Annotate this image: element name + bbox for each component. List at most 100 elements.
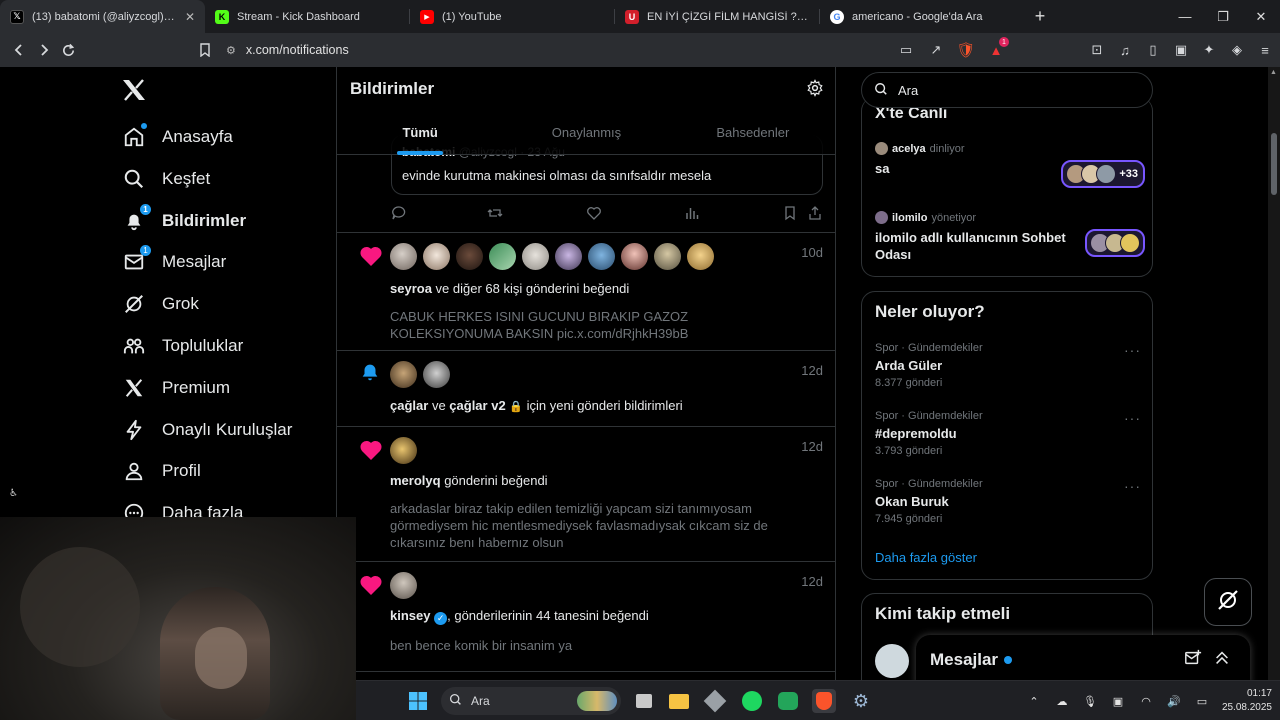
spotify-icon[interactable] bbox=[740, 689, 764, 713]
reply-icon[interactable] bbox=[391, 205, 407, 221]
avatar[interactable] bbox=[390, 437, 417, 464]
avatar[interactable] bbox=[621, 243, 648, 270]
music-icon[interactable]: ♫ bbox=[1114, 39, 1136, 61]
onedrive-icon[interactable]: ☁ bbox=[1051, 690, 1073, 712]
share-post-icon[interactable] bbox=[807, 205, 823, 221]
avatar[interactable] bbox=[423, 361, 450, 388]
wifi-icon[interactable]: ◠ bbox=[1135, 690, 1157, 712]
file-explorer-icon[interactable] bbox=[667, 689, 691, 713]
actor-name[interactable]: çağlar bbox=[390, 398, 428, 413]
like-outline-icon[interactable] bbox=[586, 205, 602, 221]
brave-shields-icon[interactable]: 🛡 bbox=[955, 39, 977, 61]
avatar[interactable] bbox=[390, 361, 417, 388]
actor-name-2[interactable]: çağlar v2 bbox=[449, 398, 505, 413]
avatar[interactable] bbox=[423, 243, 450, 270]
avatar[interactable] bbox=[522, 243, 549, 270]
chevron-up-icon[interactable]: ⌃ bbox=[1023, 690, 1045, 712]
avatar[interactable] bbox=[687, 243, 714, 270]
browser-tab[interactable]: U EN İYİ ÇİZGİ FİLM HANGİSİ ? | UwUFU bbox=[615, 0, 820, 33]
nav-item-messages[interactable]: 1 Mesajlar bbox=[122, 244, 226, 280]
avatar[interactable] bbox=[654, 243, 681, 270]
nav-item-verified-orgs[interactable]: Onaylı Kuruluşlar bbox=[122, 412, 292, 448]
more-options-icon[interactable]: ··· bbox=[1124, 342, 1141, 358]
task-view-icon[interactable] bbox=[632, 689, 656, 713]
cast-icon[interactable]: ▭ bbox=[895, 39, 917, 61]
url-field[interactable]: ⚙ x.com/notifications bbox=[226, 36, 886, 64]
expand-up-icon[interactable] bbox=[1213, 649, 1233, 669]
scrollbar-thumb[interactable] bbox=[1271, 133, 1277, 195]
close-tab-icon[interactable]: ✕ bbox=[185, 10, 195, 24]
nav-item-notifications[interactable]: 1 Bildirimler bbox=[122, 203, 246, 239]
space-item[interactable]: acelya dinliyor sa +33 bbox=[875, 142, 1145, 188]
new-message-icon[interactable] bbox=[1184, 649, 1204, 669]
menu-icon[interactable]: ≡ bbox=[1254, 39, 1276, 61]
taskbar-search[interactable]: Ara bbox=[441, 687, 621, 715]
more-options-icon[interactable]: ··· bbox=[1124, 478, 1141, 494]
volume-icon[interactable]: 🔊 bbox=[1163, 690, 1185, 712]
nav-item-explore[interactable]: Keşfet bbox=[122, 161, 210, 197]
grok-button[interactable] bbox=[1204, 578, 1252, 626]
browser-tab[interactable]: ▶ (1) YouTube bbox=[410, 0, 615, 33]
back-icon[interactable] bbox=[6, 35, 31, 65]
clock[interactable]: 01:17 25.08.2025 bbox=[1216, 687, 1280, 715]
actor-name[interactable]: merolyq bbox=[390, 473, 441, 488]
new-tab-button[interactable]: + bbox=[1025, 0, 1055, 33]
nav-item-premium[interactable]: Premium bbox=[122, 370, 230, 406]
bookmark-post-icon[interactable] bbox=[782, 205, 798, 221]
reload-icon[interactable] bbox=[56, 35, 81, 65]
vpn-icon[interactable]: ◈ bbox=[1226, 39, 1248, 61]
notification-item[interactable]: 12d kinsey ✓, gönderilerinin 44 tanesini… bbox=[337, 561, 835, 671]
maximize-icon[interactable]: ❐ bbox=[1204, 0, 1242, 33]
notification-item[interactable]: 10d seyroa ve diğer 68 kişi gönderini be… bbox=[337, 232, 835, 350]
avatar[interactable] bbox=[489, 243, 516, 270]
avatar[interactable] bbox=[875, 644, 909, 678]
leo-ai-icon[interactable]: ✦ bbox=[1198, 39, 1220, 61]
windows-start-icon[interactable] bbox=[406, 689, 430, 713]
avatar[interactable] bbox=[390, 243, 417, 270]
nav-item-profile[interactable]: Profil bbox=[122, 453, 201, 489]
views-icon[interactable] bbox=[684, 205, 700, 221]
site-settings-icon[interactable]: ⚙ bbox=[226, 44, 236, 57]
avatar[interactable] bbox=[555, 243, 582, 270]
search-input[interactable]: Ara bbox=[861, 72, 1153, 108]
repost-icon[interactable] bbox=[487, 205, 503, 221]
trend-item[interactable]: Spor · Gündemdekiler Okan Buruk 7.945 gö… bbox=[875, 478, 1141, 525]
sidebar-icon[interactable]: ▯ bbox=[1142, 39, 1164, 61]
avatar[interactable] bbox=[456, 243, 483, 270]
trend-item[interactable]: Spor · Gündemdekiler #depremoldu 3.793 g… bbox=[875, 410, 1141, 457]
trend-item[interactable]: Spor · Gündemdekiler Arda Güler 8.377 gö… bbox=[875, 342, 1141, 389]
brave-browser-icon[interactable] bbox=[812, 689, 836, 713]
browser-tab[interactable]: 𝕏 (13) babatomi (@aliyzcogl) / X ✕ bbox=[0, 0, 205, 33]
space-item[interactable]: ilomilo yönetiyor ilomilo adlı kullanıcı… bbox=[875, 211, 1145, 263]
tab-verified[interactable]: Onaylanmış bbox=[503, 115, 669, 155]
notification-item[interactable]: 12d çağlar ve çağlar v2 🔒 için yeni gönd… bbox=[337, 350, 835, 426]
wallet-icon[interactable]: ▣ bbox=[1170, 39, 1192, 61]
discord-icon[interactable] bbox=[776, 689, 800, 713]
notification-item[interactable]: 12d merolyq gönderini beğendi arkadaslar… bbox=[337, 426, 835, 561]
battery-icon[interactable]: ▭ bbox=[1191, 690, 1213, 712]
tab-all[interactable]: Tümü bbox=[337, 115, 503, 155]
messages-drawer[interactable]: Mesajlar bbox=[916, 635, 1250, 685]
tab-mentions[interactable]: Bahsedenler bbox=[670, 115, 835, 155]
nav-item-home[interactable]: Anasayfa bbox=[122, 119, 233, 155]
microphone-icon[interactable]: 🎙 bbox=[1079, 690, 1101, 712]
x-home-logo-icon[interactable] bbox=[122, 79, 150, 105]
actor-name[interactable]: kinsey bbox=[390, 608, 430, 623]
avatar[interactable] bbox=[588, 243, 615, 270]
more-options-icon[interactable]: ··· bbox=[1124, 410, 1141, 426]
forward-icon[interactable] bbox=[31, 35, 56, 65]
settings-gear-icon[interactable] bbox=[806, 79, 826, 99]
page-scrollbar[interactable]: ▲ ▼ bbox=[1268, 67, 1280, 688]
show-more-link[interactable]: Daha fazla göster bbox=[875, 550, 977, 565]
accessibility-icon[interactable]: ♿ bbox=[9, 488, 18, 499]
brave-rewards-icon[interactable]: ▲ 1 bbox=[985, 37, 1009, 61]
close-window-icon[interactable]: ✕ bbox=[1242, 0, 1280, 33]
avatar[interactable] bbox=[390, 572, 417, 599]
settings-icon[interactable]: ⚙ bbox=[849, 689, 873, 713]
tab-search-icon[interactable]: ⊡ bbox=[1086, 39, 1108, 61]
tray-app-icon[interactable]: ▣ bbox=[1107, 690, 1129, 712]
nav-item-grok[interactable]: Grok bbox=[122, 286, 199, 322]
app-icon[interactable] bbox=[703, 689, 727, 713]
browser-tab[interactable]: G americano - Google'da Ara bbox=[820, 0, 1025, 33]
browser-tab[interactable]: K Stream - Kick Dashboard bbox=[205, 0, 410, 33]
